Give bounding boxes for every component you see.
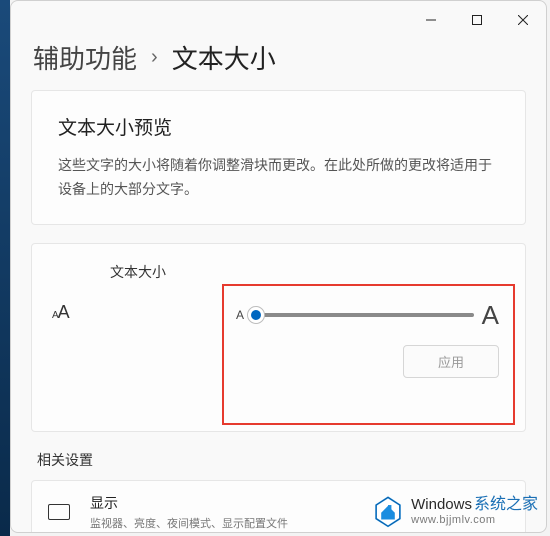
related-display-title: 显示: [90, 493, 288, 513]
annotation-highlight-box: A A 应用: [222, 284, 515, 425]
titlebar: [11, 1, 546, 39]
monitor-icon: [48, 504, 70, 520]
text-size-preview-card: 文本大小预览 这些文字的大小将随着你调整滑块而更改。在此处所做的更改将适用于设备…: [31, 90, 526, 225]
related-display-item[interactable]: 显示 监视器、亮度、夜间模式、显示配置文件: [31, 480, 526, 532]
maximize-button[interactable]: [454, 5, 500, 35]
related-display-subtitle: 监视器、亮度、夜间模式、显示配置文件: [90, 515, 288, 531]
chevron-right-icon: ›: [151, 46, 158, 69]
preview-body-text: 这些文字的大小将随着你调整滑块而更改。在此处所做的更改将适用于设备上的大部分文字…: [58, 154, 499, 202]
apply-button[interactable]: 应用: [403, 345, 499, 378]
minimize-button[interactable]: [408, 5, 454, 35]
breadcrumb-current: 文本大小: [172, 39, 276, 76]
text-size-icon: AA: [52, 302, 96, 323]
settings-window: 辅助功能 › 文本大小 文本大小预览 这些文字的大小将随着你调整滑块而更改。在此…: [10, 0, 547, 533]
text-size-slider-card: 文本大小 AA A A 应用: [31, 243, 526, 432]
preview-title: 文本大小预览: [58, 113, 499, 140]
breadcrumb-parent[interactable]: 辅助功能: [33, 39, 137, 76]
slider-thumb[interactable]: [247, 306, 265, 324]
related-settings-heading: 相关设置: [37, 450, 526, 470]
slider-max-glyph: A: [482, 300, 499, 331]
breadcrumb: 辅助功能 › 文本大小: [11, 39, 546, 90]
slider-min-glyph: A: [236, 308, 244, 322]
slider-label: 文本大小: [110, 262, 505, 282]
text-size-slider[interactable]: [252, 313, 474, 317]
content-area: 文本大小预览 这些文字的大小将随着你调整滑块而更改。在此处所做的更改将适用于设备…: [11, 90, 546, 532]
close-button[interactable]: [500, 5, 546, 35]
desktop-background-edge: [0, 0, 10, 536]
